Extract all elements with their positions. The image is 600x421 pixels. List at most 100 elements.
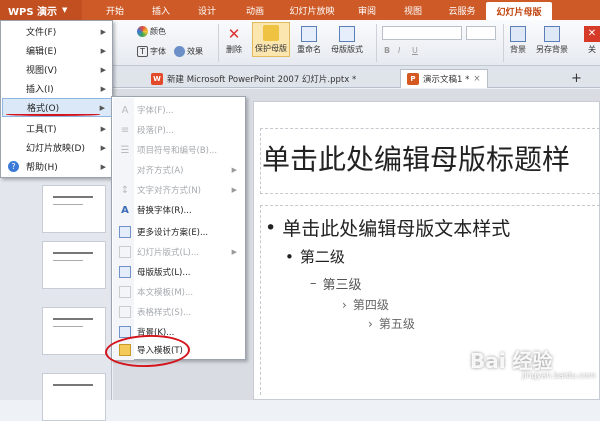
- submenu-more-designs-label: 更多设计方案(E)...: [137, 228, 209, 238]
- layout-icon: [119, 246, 131, 258]
- menu-tools[interactable]: 工具(T) ▶: [2, 119, 112, 138]
- effect-icon: [174, 46, 185, 57]
- paragraph-icon: ≡: [120, 124, 130, 136]
- background-button[interactable]: 背景: [510, 26, 526, 55]
- level-4-label: 第四级: [352, 298, 389, 312]
- rename-button[interactable]: 重命名: [297, 26, 321, 55]
- tab-animation[interactable]: 动画: [238, 0, 272, 20]
- submenu-slide-layout-label: 幻灯片版式(L)...: [137, 248, 199, 258]
- tab-start[interactable]: 开始: [98, 0, 132, 20]
- level-1-label: 单击此处编辑母版文本样式: [282, 218, 511, 240]
- doctab-pptx[interactable]: W 新建 Microsoft PowerPoint 2007 幻灯片.pptx …: [145, 69, 362, 88]
- close-tab-icon[interactable]: ×: [473, 74, 480, 84]
- slide-title-text: 单击此处编辑母版标题样: [262, 143, 571, 176]
- menu-help[interactable]: ? 帮助(H) ▶: [2, 157, 112, 176]
- theme-font-button[interactable]: T 字体: [137, 46, 166, 57]
- chevron-bullet-icon: ›: [368, 316, 373, 331]
- doctab-presentation1[interactable]: P 演示文稿1 * ×: [400, 69, 488, 88]
- italic-button[interactable]: I: [398, 46, 400, 55]
- chevron-right-icon: ▶: [100, 65, 106, 74]
- presentation-icon: P: [407, 73, 419, 85]
- menu-view[interactable]: 视图(V) ▶: [2, 60, 112, 79]
- tab-slide-master[interactable]: 幻灯片母版: [486, 2, 552, 20]
- layout-icon: [339, 26, 355, 42]
- bold-button[interactable]: B: [384, 46, 390, 55]
- tab-design[interactable]: 设计: [190, 0, 224, 20]
- effect-button[interactable]: 效果: [174, 46, 203, 57]
- watermark-url: jingyan.baidu.com: [522, 371, 596, 380]
- tab-slideshow[interactable]: 幻灯片放映: [282, 0, 342, 20]
- submenu-font[interactable]: A 字体(F)...: [113, 100, 245, 120]
- chevron-bullet-icon: ›: [342, 297, 347, 312]
- ribbon-tab-bar: WPS 演示 ▼ 开始 插入 设计 动画 幻灯片放映 审阅 视图 云服务 幻灯片…: [0, 0, 600, 20]
- menu-file-label: 文件(F): [26, 28, 57, 38]
- close-master-button[interactable]: ✕ 关: [584, 26, 600, 55]
- font-size-combo[interactable]: [466, 26, 496, 40]
- text-level-2: • 第二级: [285, 246, 345, 267]
- protect-master-label: 保护母版: [255, 44, 287, 53]
- tab-cloud[interactable]: 云服务: [440, 0, 484, 20]
- slide-thumbnail[interactable]: [42, 185, 106, 233]
- baidu-watermark: Bai 经验: [470, 349, 553, 373]
- table-icon: [119, 306, 131, 318]
- slide-thumbnail[interactable]: [42, 241, 106, 289]
- menu-file[interactable]: 文件(F) ▶: [2, 22, 112, 41]
- chevron-right-icon: ▶: [231, 248, 237, 256]
- submenu-text-alignment[interactable]: ↕ 文字对齐方式(N) ▶: [113, 180, 245, 200]
- new-tab-icon[interactable]: +: [565, 69, 588, 88]
- chevron-right-icon: ▶: [100, 124, 106, 133]
- underline-button[interactable]: U: [412, 46, 418, 55]
- menu-slideshow[interactable]: 幻灯片放映(D) ▶: [2, 138, 112, 157]
- ribbon-divider: [218, 24, 219, 62]
- font-name-combo[interactable]: [382, 26, 462, 40]
- submenu-replace-font-label: 替换字体(R)...: [137, 206, 192, 216]
- submenu-replace-font[interactable]: A 替换字体(R)...: [113, 200, 245, 220]
- annotation-underline: [6, 113, 100, 116]
- menu-slideshow-label: 幻灯片放映(D): [26, 144, 85, 154]
- ribbon-divider: [376, 24, 377, 62]
- submenu-slide-layout[interactable]: 幻灯片版式(L)... ▶: [113, 242, 245, 262]
- thumb-title-line: [53, 318, 93, 320]
- submenu-bullets[interactable]: ☰ 项目符号和编号(B)...: [113, 140, 245, 160]
- tab-view[interactable]: 视图: [396, 0, 430, 20]
- protect-master-button[interactable]: 保护母版: [252, 22, 290, 57]
- tab-review[interactable]: 审阅: [350, 0, 384, 20]
- submenu-more-designs[interactable]: 更多设计方案(E)...: [113, 222, 245, 242]
- chevron-right-icon: ▶: [100, 46, 106, 55]
- text-level-3: – 第三级: [310, 274, 362, 293]
- save-as-template-label: 另存背景: [536, 45, 568, 54]
- slide-thumbnail[interactable]: [42, 307, 106, 355]
- submenu-paragraph-label: 段落(P)...: [137, 126, 174, 136]
- color-button[interactable]: 颜色: [137, 26, 166, 37]
- chevron-down-icon: ▼: [62, 6, 68, 14]
- menu-insert[interactable]: 插入(I) ▶: [2, 79, 112, 98]
- text-level-5: › 第五级: [368, 315, 415, 332]
- ribbon-divider: [503, 24, 504, 62]
- submenu-master-layout[interactable]: 母版版式(L)...: [113, 262, 245, 282]
- chevron-right-icon: ▶: [100, 143, 106, 152]
- menu-edit[interactable]: 编辑(E) ▶: [2, 41, 112, 60]
- master-layout-button[interactable]: 母版版式: [331, 26, 363, 55]
- palette-icon: [137, 26, 148, 37]
- tab-insert[interactable]: 插入: [144, 0, 178, 20]
- submenu-alignment[interactable]: 对齐方式(A) ▶: [113, 160, 245, 180]
- submenu-paragraph[interactable]: ≡ 段落(P)...: [113, 120, 245, 140]
- submenu-table-style[interactable]: 表格样式(S)...: [113, 302, 245, 322]
- wps-app-menu-button[interactable]: WPS 演示 ▼: [0, 0, 82, 20]
- menu-view-label: 视图(V): [26, 66, 58, 76]
- master-layout-label: 母版版式: [331, 45, 363, 54]
- replace-font-icon: A: [121, 204, 129, 216]
- font-icon: T: [137, 46, 148, 57]
- submenu-text-template[interactable]: 本文模板(M)...: [113, 282, 245, 302]
- menu-edit-label: 编辑(E): [26, 47, 57, 57]
- save-background-button[interactable]: 另存背景: [536, 26, 568, 55]
- delete-button[interactable]: ✕ 删除: [226, 26, 242, 55]
- level-5-label: 第五级: [378, 317, 415, 331]
- format-submenu: A 字体(F)... ≡ 段落(P)... ☰ 项目符号和编号(B)... 对齐…: [111, 96, 246, 360]
- wps-logo-icon: W: [151, 72, 163, 85]
- submenu-text-alignment-label: 文字对齐方式(N): [137, 186, 201, 196]
- slide-thumbnail[interactable]: [42, 373, 106, 421]
- rename-label: 重命名: [297, 45, 321, 54]
- thumb-text-line: [53, 326, 83, 327]
- background-icon: [510, 26, 526, 42]
